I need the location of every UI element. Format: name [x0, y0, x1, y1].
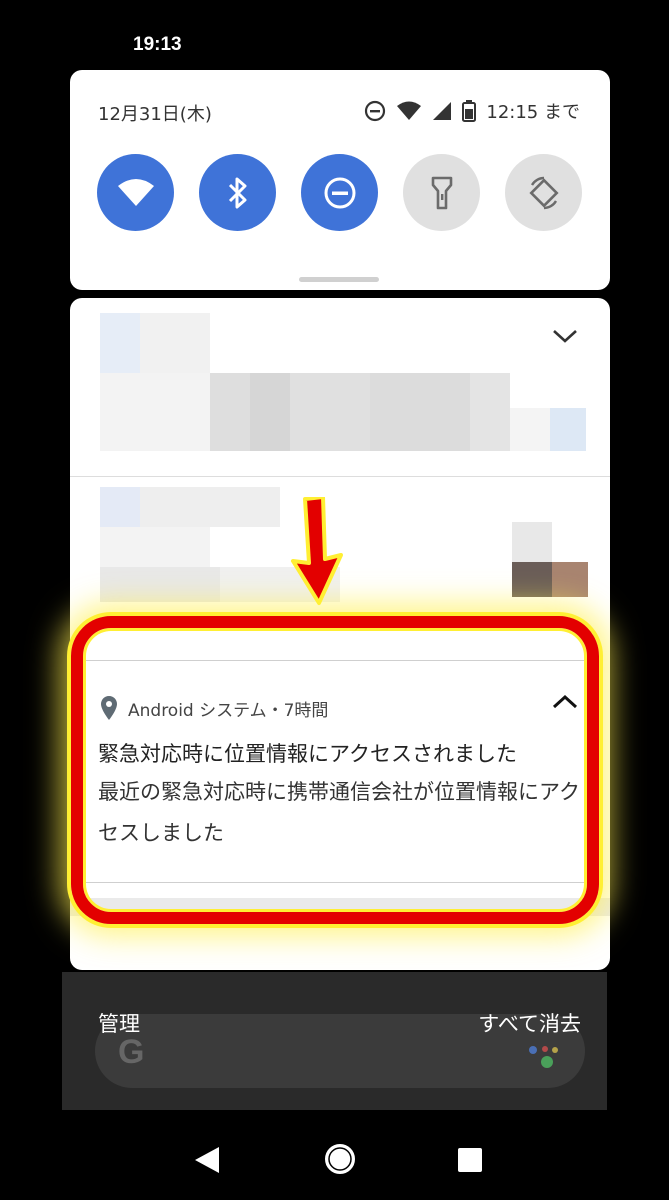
- pixelated-block: [370, 373, 470, 451]
- bluetooth-tile[interactable]: [199, 154, 276, 231]
- wifi-tile[interactable]: [97, 154, 174, 231]
- pixelated-block: [210, 373, 250, 451]
- pixelated-block: [512, 562, 552, 597]
- clear-all-button[interactable]: すべて消去: [478, 1008, 581, 1038]
- back-icon[interactable]: [193, 1145, 221, 1179]
- auto-rotate-icon: [528, 176, 559, 209]
- battery-icon: [462, 100, 477, 122]
- pixelated-block: [100, 313, 140, 373]
- bluetooth-icon: [228, 177, 246, 208]
- expand-handle[interactable]: [299, 277, 379, 282]
- pixelated-block: [100, 527, 210, 567]
- do-not-disturb-icon: [324, 177, 355, 208]
- pixelated-block: [470, 373, 510, 451]
- pixelated-block: [552, 562, 588, 597]
- pixelated-block: [100, 487, 140, 527]
- flashlight-tile[interactable]: [403, 154, 480, 231]
- pixelated-block: [512, 522, 552, 562]
- pixelated-block: [140, 313, 210, 373]
- manage-button[interactable]: 管理: [98, 1008, 140, 1038]
- google-logo-icon: G: [118, 1033, 145, 1071]
- quick-settings-panel: 12月31日(木) 12:15 まで: [70, 70, 610, 290]
- flashlight-icon: [431, 176, 452, 209]
- pixelated-block: [510, 408, 550, 451]
- red-arrow-icon: [287, 495, 347, 611]
- pixelated-block: [100, 567, 220, 602]
- home-icon[interactable]: [323, 1142, 357, 1180]
- quick-tiles: [97, 154, 582, 231]
- dnd-tile[interactable]: [301, 154, 378, 231]
- dnd-until-text: 12:15 まで: [486, 102, 580, 123]
- chevron-down-icon[interactable]: [552, 328, 578, 348]
- qs-status-row: 12:15 まで: [364, 98, 580, 124]
- cellular-signal-icon: [432, 101, 452, 121]
- pixelated-block: [290, 373, 370, 451]
- highlight-frame: [71, 616, 599, 924]
- pixelated-block: [100, 373, 210, 451]
- pixelated-block: [140, 487, 280, 527]
- recent-apps-icon[interactable]: [457, 1147, 483, 1177]
- status-time: 19:13: [133, 34, 182, 55]
- auto-rotate-tile[interactable]: [505, 154, 582, 231]
- assistant-icon[interactable]: [525, 1040, 565, 1074]
- qs-date[interactable]: 12月31日(木): [98, 100, 212, 126]
- wifi-icon: [117, 178, 154, 206]
- pixelated-block: [250, 373, 290, 451]
- pixelated-block: [550, 408, 586, 451]
- do-not-disturb-icon: [364, 100, 386, 122]
- wifi-signal-icon: [396, 101, 422, 121]
- blurred-notification-1[interactable]: [70, 298, 610, 477]
